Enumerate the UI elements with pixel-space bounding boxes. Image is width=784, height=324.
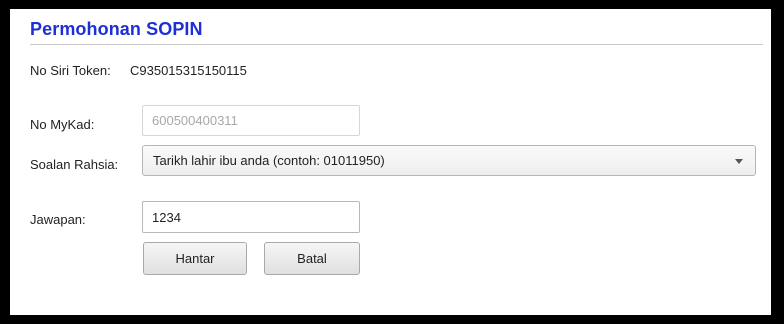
chevron-down-icon[interactable]	[735, 159, 743, 164]
answer-label: Jawapan:	[30, 212, 86, 227]
answer-input[interactable]: 1234	[142, 201, 360, 233]
secret-question-label: Soalan Rahsia:	[30, 157, 119, 172]
token-serial-label: No Siri Token:	[30, 63, 111, 78]
mykad-field: 600500400311	[142, 105, 360, 136]
mykad-label: No MyKad:	[30, 117, 95, 132]
token-serial-value: C935015315150115	[130, 63, 247, 78]
submit-button[interactable]: Hantar	[143, 242, 247, 275]
sopin-request-panel: Permohonan SOPIN No Siri Token: C9350153…	[10, 9, 771, 315]
secret-question-dropdown[interactable]: Tarikh lahir ibu anda (contoh: 01011950)	[142, 145, 756, 176]
mykad-value: 600500400311	[152, 113, 238, 128]
panel-title: Permohonan SOPIN	[30, 19, 203, 39]
title-divider	[30, 44, 763, 45]
secret-question-selected: Tarikh lahir ibu anda (contoh: 01011950)	[153, 153, 385, 168]
answer-value: 1234	[152, 209, 181, 225]
cancel-button[interactable]: Batal	[264, 242, 360, 275]
